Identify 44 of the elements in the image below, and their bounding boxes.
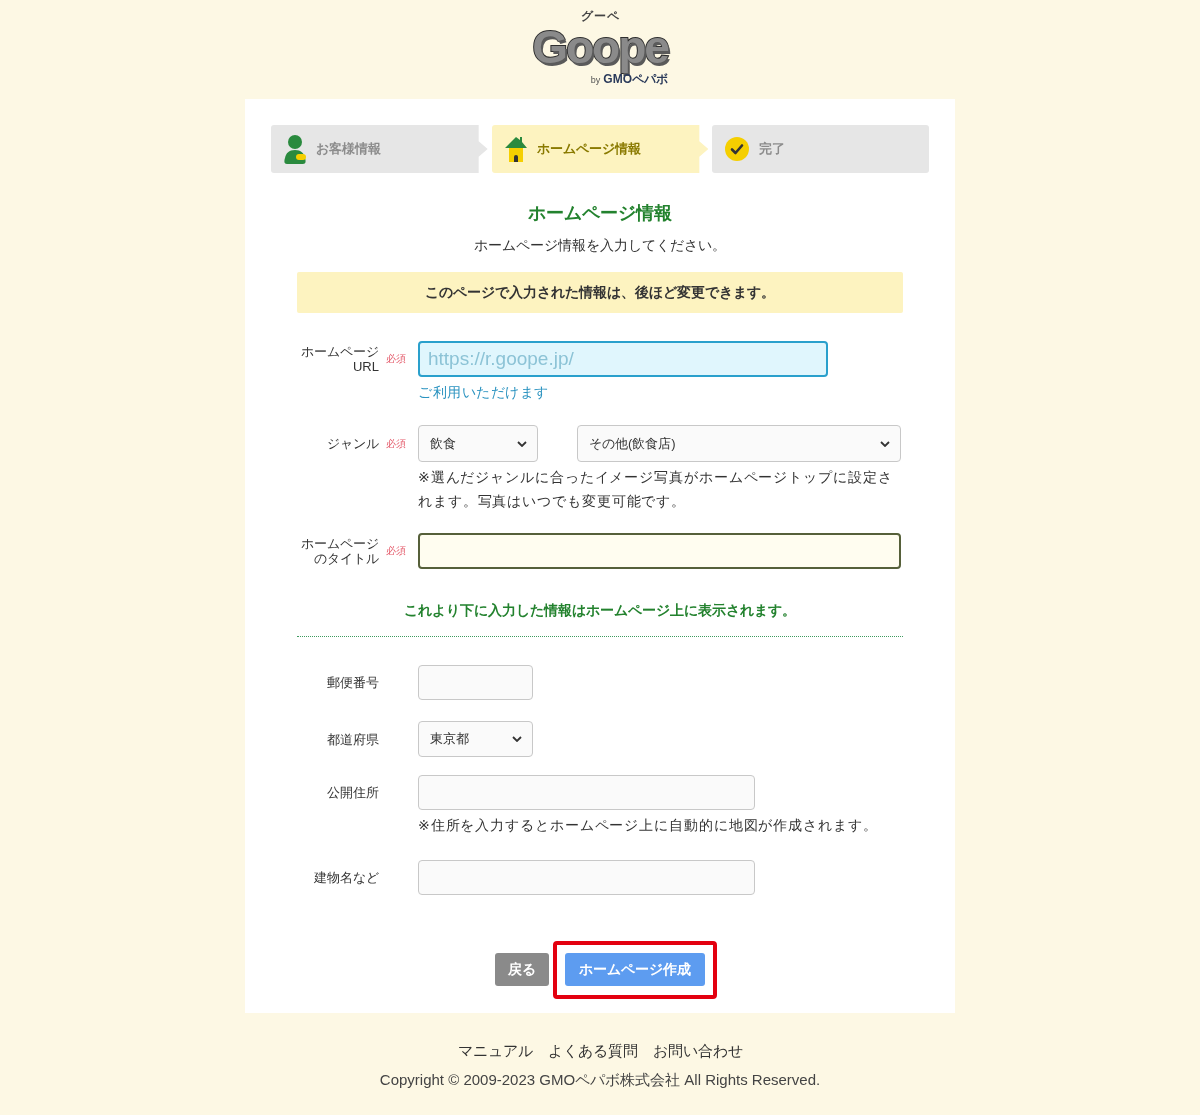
public-info-notice: これより下に入力した情報はホームページ上に表示されます。 [297,600,903,637]
required-tag: 必須 [386,352,406,366]
logo-byline: by [590,75,601,85]
field-label: 都道府県 [327,731,379,747]
check-icon [725,137,750,161]
person-icon [284,134,306,164]
availability-message: ご利用いただけます [418,383,549,402]
field-note: ※選んだジャンルに合ったイメージ写真がホームページトップに設定されます。写真はいつでも変更可能です。 [418,468,894,511]
required-tag: 必須 [386,436,406,451]
page-subtitle: ホームページ情報を入力してください。 [473,236,727,255]
chevron-down-icon [512,736,522,742]
step-label: ホームページ情報 [536,140,641,158]
footer-link[interactable]: マニュアル [457,1040,533,1062]
field-label: 郵便番号 [327,675,379,690]
field-label: 公開住所 [327,785,379,800]
step-label: お客様情報 [316,140,381,158]
field-label: ホームページ [301,536,379,551]
footer-link[interactable]: よくある質問 [547,1040,638,1062]
notice-banner: このページで入力された情報は、後ほど変更できます。 [297,272,903,313]
step-label: 完了 [759,140,786,158]
field-label: URL [353,359,379,374]
logo-kana: グーペ [580,9,620,23]
page-heading: ホームページ情報 [527,202,673,225]
footer-link[interactable]: お問い合わせ [652,1040,743,1062]
logo-company: GMOペパボ [603,72,668,88]
copyright-text: Copyright © 2009-2023 GMOペパボ株式会社 All Rights Reserved. [379,1070,821,1090]
genre-select[interactable]: 飲食 [418,425,538,462]
required-tag: 必須 [386,544,406,558]
input-field[interactable] [418,665,533,700]
title-input[interactable] [418,533,901,569]
house-icon [504,136,527,162]
field-label: のタイトル [314,551,379,566]
url-input[interactable]: https://r.goope.jp/ [418,341,828,377]
field-label: ホームページ [301,344,379,359]
field-label: 建物名など [314,870,379,885]
input-field[interactable] [418,775,755,810]
logo-wordmark: Goope [532,23,668,71]
field-label: ジャンル [327,436,379,451]
chevron-down-icon [517,440,527,447]
field-note: ※住所を入力するとホームページ上に自動的に地図が作成されます。 [418,816,879,835]
input-field[interactable] [418,860,755,895]
genre-select[interactable]: その他(飲食店) [577,425,901,462]
chevron-down-icon [880,440,890,447]
prefecture-select[interactable]: 東京都 [418,721,533,757]
